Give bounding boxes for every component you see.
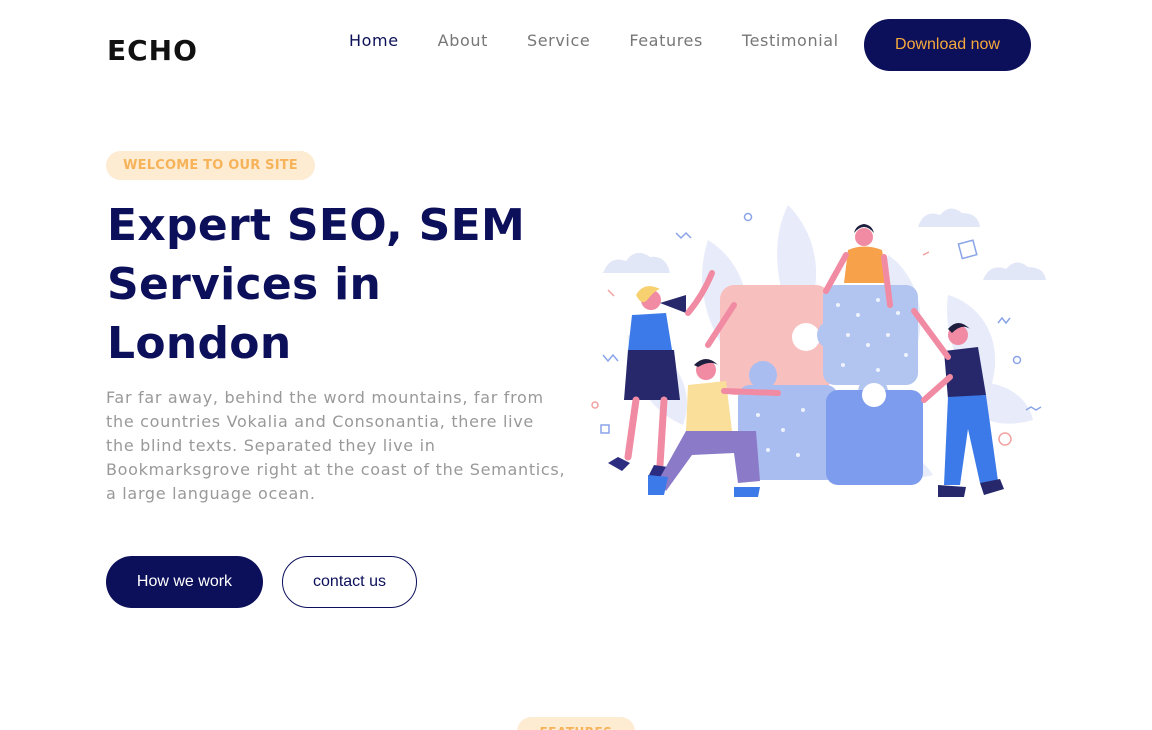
hero-title: Expert SEO, SEM Services in London [107, 200, 526, 369]
hero-description: Far far away, behind the word mountains,… [106, 388, 566, 503]
team-puzzle-illustration [588, 195, 1050, 505]
nav-testimonial[interactable]: Testimonial [742, 31, 839, 50]
download-now-button[interactable]: Download now [864, 19, 1031, 71]
puzzle-notch [792, 323, 820, 351]
main-nav: Home About Service Features Testimonial [349, 31, 839, 50]
nav-about[interactable]: About [438, 31, 488, 50]
how-we-work-button[interactable]: How we work [106, 556, 263, 608]
illustration-svg [591, 205, 1046, 497]
nav-features[interactable]: Features [629, 31, 703, 50]
nav-home[interactable]: Home [349, 31, 399, 50]
features-section-badge: FEATURES [517, 717, 635, 730]
contact-us-button[interactable]: contact us [282, 556, 417, 608]
welcome-badge: WELCOME TO OUR SITE [106, 151, 315, 180]
nav-service[interactable]: Service [527, 31, 590, 50]
site-logo[interactable]: ECHO [107, 34, 198, 67]
cloud-shapes [603, 208, 1046, 280]
